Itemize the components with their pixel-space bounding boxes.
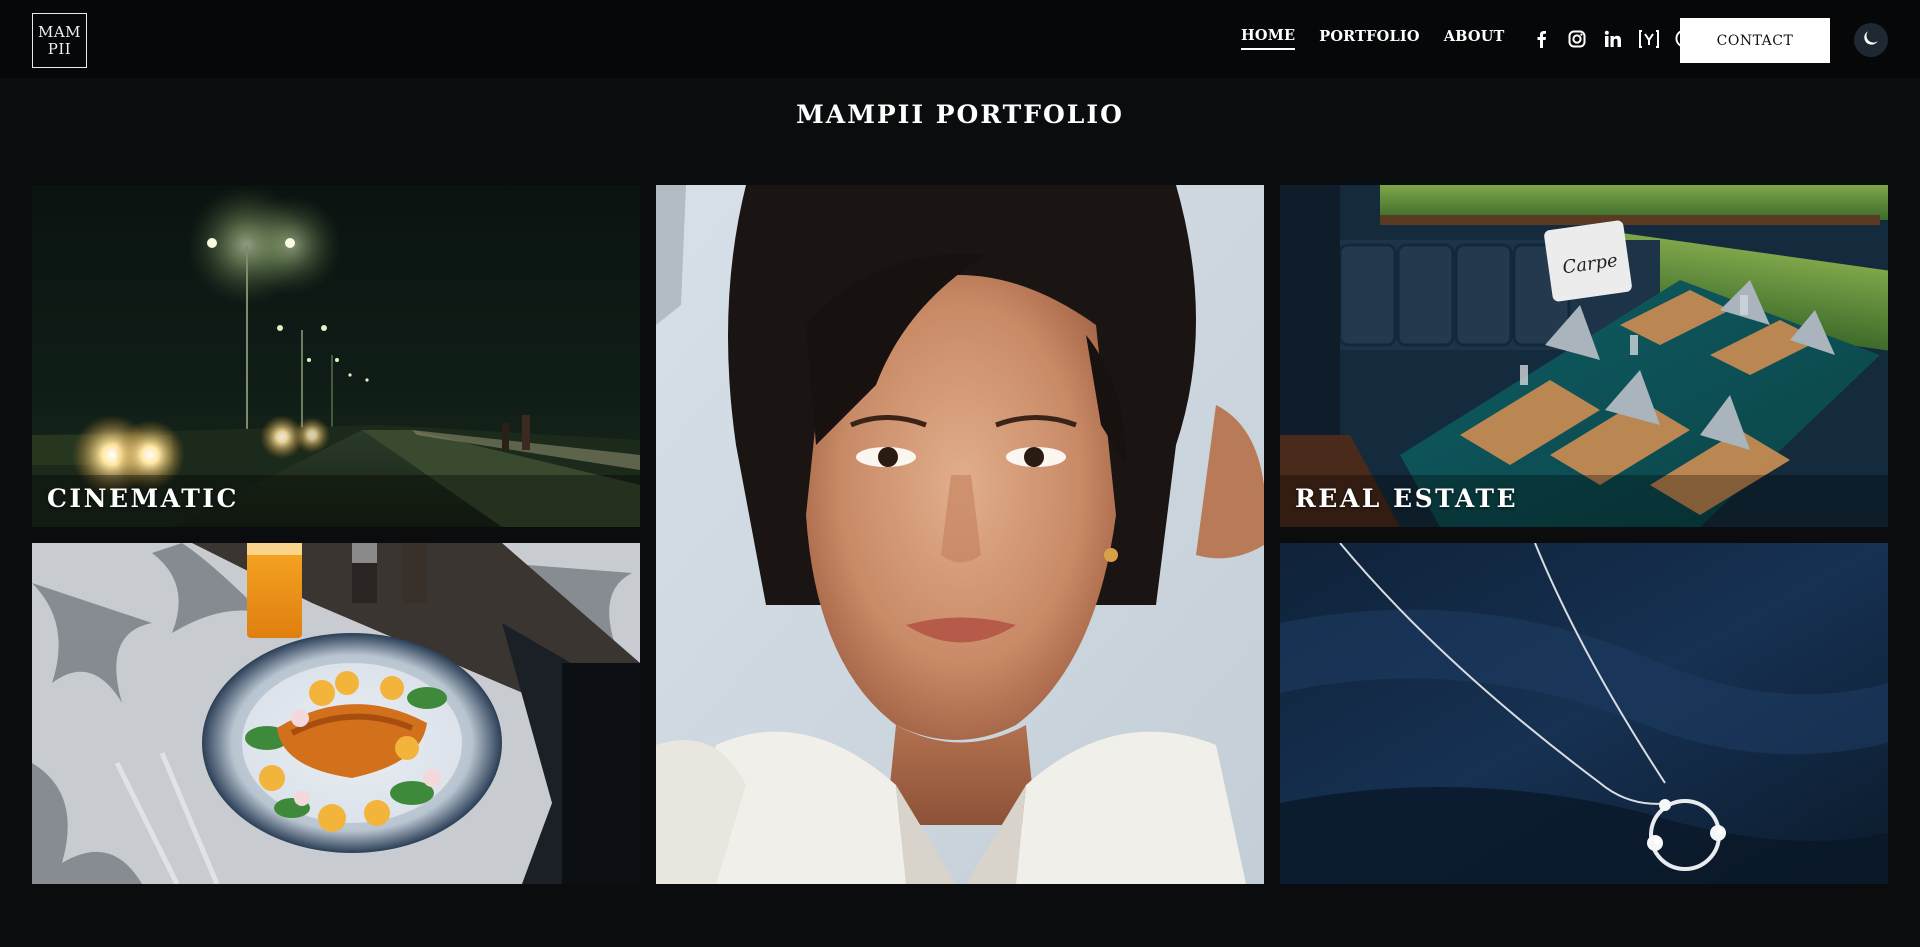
nav-about[interactable]: ABOUT xyxy=(1444,28,1505,49)
tile-jewelry[interactable] xyxy=(1280,543,1888,884)
food-image xyxy=(32,543,640,884)
cinematic-image xyxy=(32,185,640,527)
main-nav: HOME PORTFOLIO ABOUT xyxy=(1241,27,1710,50)
tile-cinematic[interactable]: CINEMATIC xyxy=(32,185,640,527)
vimeo-bracket-icon[interactable] xyxy=(1638,28,1660,50)
site-header: MAM PII HOME PORTFOLIO ABOUT CONTACT xyxy=(0,0,1920,78)
theme-toggle[interactable] xyxy=(1854,23,1888,57)
real-estate-image: Carpe xyxy=(1280,185,1888,527)
jewelry-image xyxy=(1280,543,1888,884)
portrait-image xyxy=(656,185,1264,884)
tile-portrait[interactable] xyxy=(656,185,1264,884)
moon-icon xyxy=(1862,29,1880,51)
page-title: MAMPII PORTFOLIO xyxy=(796,100,1124,129)
contact-button[interactable]: CONTACT xyxy=(1680,18,1830,63)
tile-label-cinematic: CINEMATIC xyxy=(47,484,239,513)
tile-label-real-estate: REAL ESTATE xyxy=(1295,484,1519,513)
facebook-icon[interactable] xyxy=(1530,28,1552,50)
linkedin-icon[interactable] xyxy=(1602,28,1624,50)
nav-home[interactable]: HOME xyxy=(1241,27,1296,50)
logo[interactable]: MAM PII xyxy=(32,13,87,68)
instagram-icon[interactable] xyxy=(1566,28,1588,50)
tile-food[interactable] xyxy=(32,543,640,884)
tile-real-estate[interactable]: Carpe REAL ESTATE xyxy=(1280,185,1888,527)
nav-portfolio[interactable]: PORTFOLIO xyxy=(1319,28,1419,49)
